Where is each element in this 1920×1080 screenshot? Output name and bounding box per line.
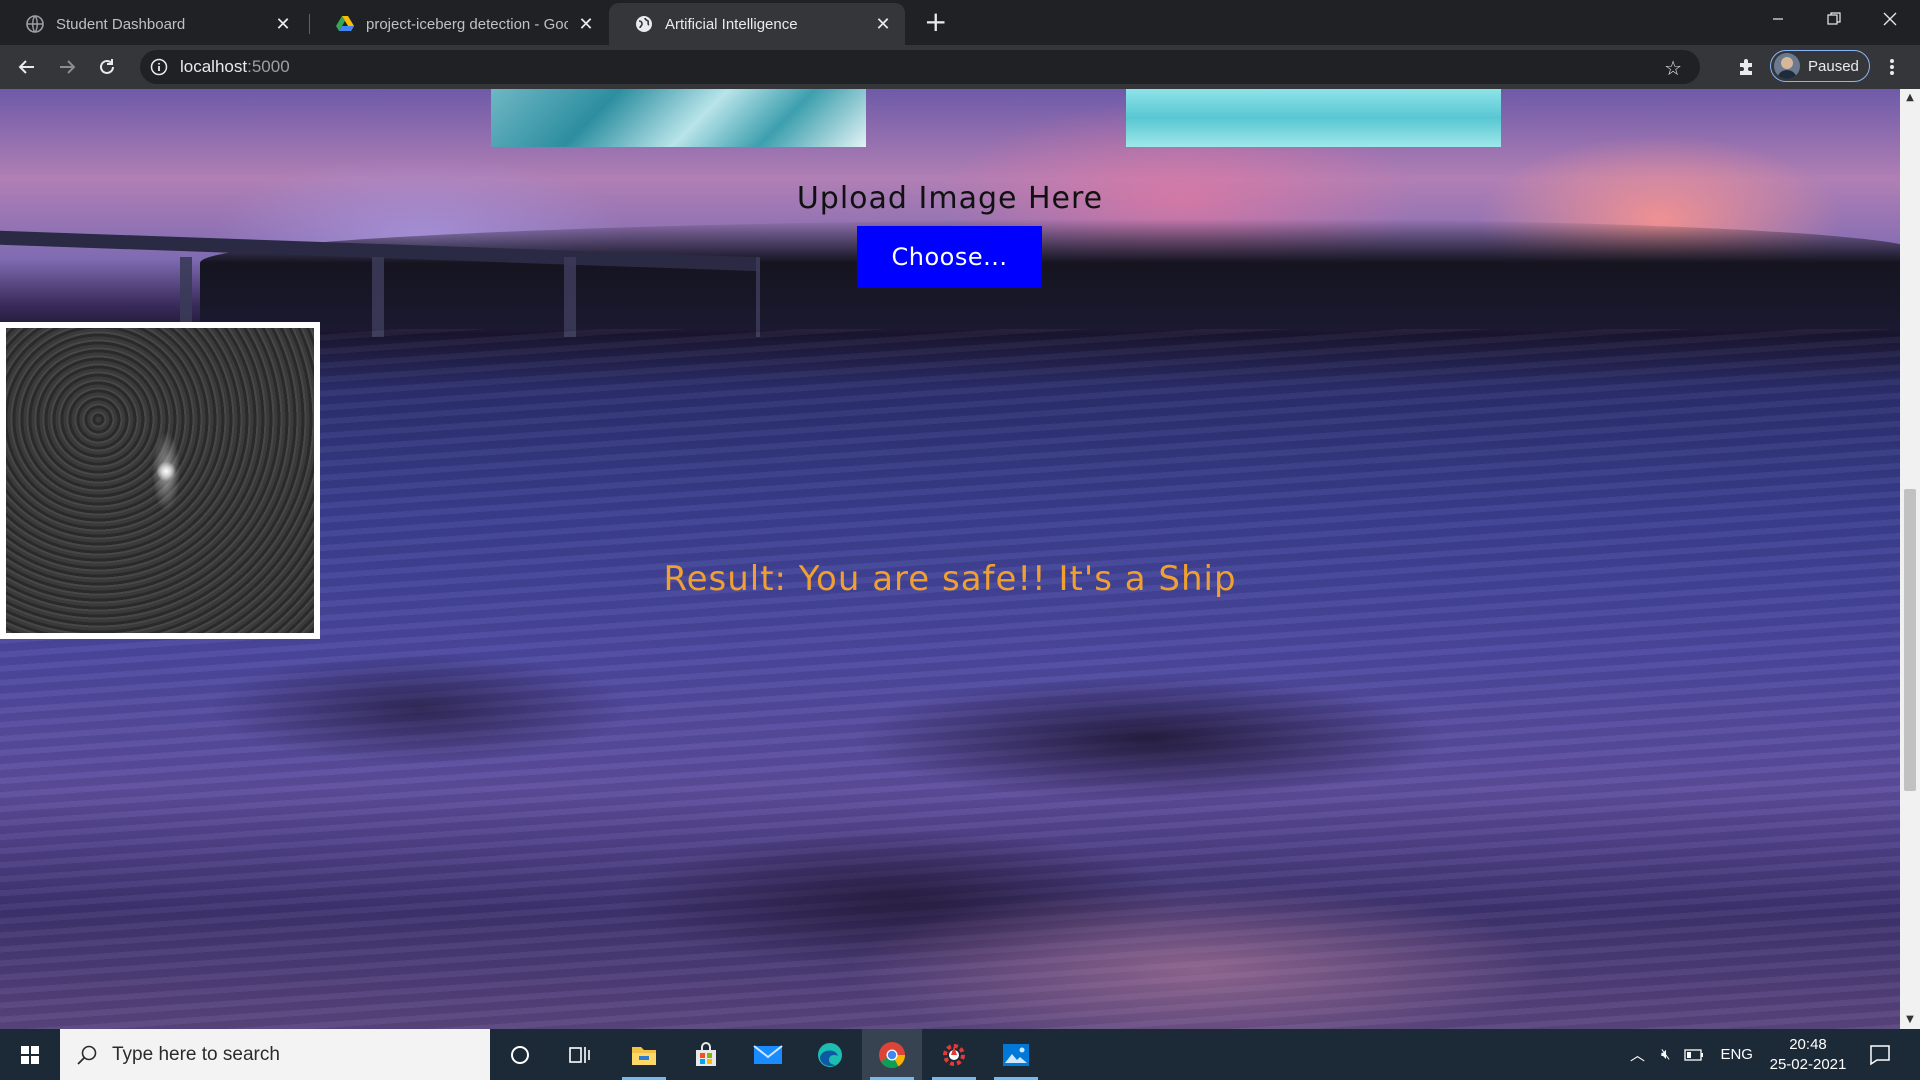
show-hidden-icons-chevron-icon[interactable]: ︿ (1630, 1044, 1645, 1065)
tab-artificial-intelligence[interactable]: Artificial Intelligence ✕ (609, 3, 905, 45)
settings-gear-app-icon[interactable] (924, 1029, 984, 1080)
windows-logo-icon (21, 1045, 39, 1064)
prediction-result: Result: You are safe!! It's a Ship (663, 559, 1237, 599)
profile-button[interactable]: Paused (1770, 50, 1870, 82)
close-window-icon[interactable] (1862, 0, 1918, 38)
page-viewport: Upload Image Here Choose... Result: You … (0, 89, 1920, 1029)
choose-file-button[interactable]: Choose... (857, 226, 1042, 288)
upload-title: Upload Image Here (796, 181, 1104, 216)
google-drive-icon (336, 16, 354, 31)
ship-sample-image (1126, 89, 1501, 147)
tab-label: Artificial Intelligence (665, 15, 798, 33)
profile-status: Paused (1808, 57, 1859, 75)
back-icon[interactable] (11, 51, 43, 83)
scroll-up-arrow-icon[interactable]: ▲ (1900, 89, 1920, 107)
taskbar-search[interactable]: Type here to search (60, 1029, 490, 1080)
forward-icon[interactable] (51, 51, 83, 83)
url-text: localhost:5000 (180, 57, 290, 77)
battery-icon[interactable] (1684, 1048, 1704, 1061)
file-explorer-icon[interactable] (614, 1029, 674, 1080)
clock-time: 20:48 (1789, 1036, 1827, 1053)
volume-muted-icon[interactable]: 🔇︎ (1661, 1046, 1670, 1063)
address-bar[interactable]: localhost:5000 ☆ (140, 50, 1700, 84)
scrollbar-thumb[interactable] (1904, 489, 1916, 791)
more-menu-icon[interactable] (1876, 51, 1908, 83)
start-button[interactable] (0, 1029, 60, 1080)
mail-icon[interactable] (738, 1029, 798, 1080)
tab-student-dashboard[interactable]: Student Dashboard ✕ (0, 3, 305, 45)
search-placeholder: Type here to search (112, 1043, 280, 1065)
bookmark-star-icon[interactable]: ☆ (1664, 56, 1682, 80)
task-view-icon[interactable] (550, 1029, 610, 1080)
chrome-browser-icon[interactable] (862, 1029, 922, 1080)
avatar (1774, 53, 1800, 79)
windows-taskbar: Type here to search ︿ 🔇︎ ENG 20:48 25-02… (0, 1029, 1920, 1080)
system-tray: ︿ 🔇︎ ENG (1630, 1029, 1753, 1080)
url-host: localhost (180, 57, 248, 76)
tab-google-drive[interactable]: project-iceberg detection - Goog ✕ (310, 3, 608, 45)
iceberg-sample-image (491, 89, 866, 147)
globe-icon (26, 15, 44, 33)
edge-browser-icon[interactable] (800, 1029, 860, 1080)
globe-icon (636, 16, 652, 32)
close-tab-icon[interactable]: ✕ (875, 14, 891, 35)
page-scrollbar[interactable]: ▲ ▼ (1900, 89, 1920, 1029)
extensions-puzzle-icon[interactable] (1731, 51, 1763, 83)
close-tab-icon[interactable]: ✕ (578, 14, 594, 35)
reload-icon[interactable] (91, 51, 123, 83)
restore-icon[interactable] (1806, 0, 1862, 38)
browser-toolbar: localhost:5000 ☆ Paused (0, 45, 1920, 89)
background-rocks (0, 649, 1920, 1029)
taskbar-clock[interactable]: 20:48 25-02-2021 (1758, 1035, 1858, 1075)
info-icon[interactable] (150, 58, 168, 76)
search-icon (77, 1045, 97, 1065)
url-port: :5000 (247, 57, 290, 76)
tab-label: project-iceberg detection - Goog (366, 15, 568, 33)
cortana-icon[interactable] (490, 1029, 550, 1080)
minimize-icon[interactable] (1750, 0, 1806, 38)
microsoft-store-icon[interactable] (676, 1029, 736, 1080)
close-tab-icon[interactable]: ✕ (275, 14, 291, 35)
tab-label: Student Dashboard (56, 15, 186, 33)
photos-app-icon[interactable] (986, 1029, 1046, 1080)
new-tab-button[interactable]: + (924, 8, 947, 36)
browser-tab-strip: Student Dashboard ✕ project-iceberg dete… (0, 0, 1920, 45)
scroll-down-arrow-icon[interactable]: ▼ (1900, 1011, 1920, 1029)
action-center-icon[interactable] (1850, 1029, 1910, 1080)
language-indicator[interactable]: ENG (1720, 1046, 1753, 1063)
clock-date: 25-02-2021 (1769, 1056, 1847, 1073)
